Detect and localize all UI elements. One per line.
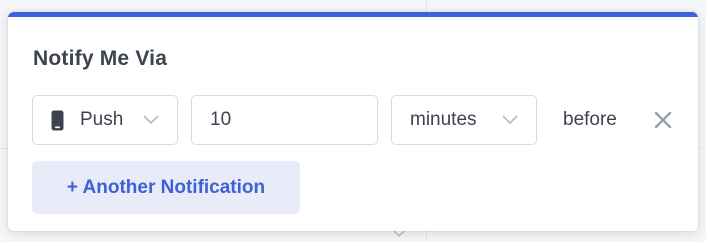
method-select-label: Push [80,109,124,130]
amount-input[interactable] [191,95,378,145]
popover-accent-bar [8,12,698,17]
add-notification-button[interactable]: + Another Notification [32,161,300,214]
remove-notification-button[interactable] [652,109,674,131]
mobile-phone-icon [51,110,64,130]
popover-title: Notify Me Via [33,47,168,70]
notification-popover: Notify Me Via Push minutes before [8,12,698,231]
method-select[interactable]: Push [32,95,178,145]
background-chevron-down-icon [393,230,405,238]
chevron-down-icon [502,115,518,125]
unit-select[interactable]: minutes [391,95,537,145]
timing-suffix-label: before [563,109,617,130]
chevron-down-icon [143,115,159,125]
unit-select-label: minutes [410,109,477,130]
close-icon [654,111,672,129]
